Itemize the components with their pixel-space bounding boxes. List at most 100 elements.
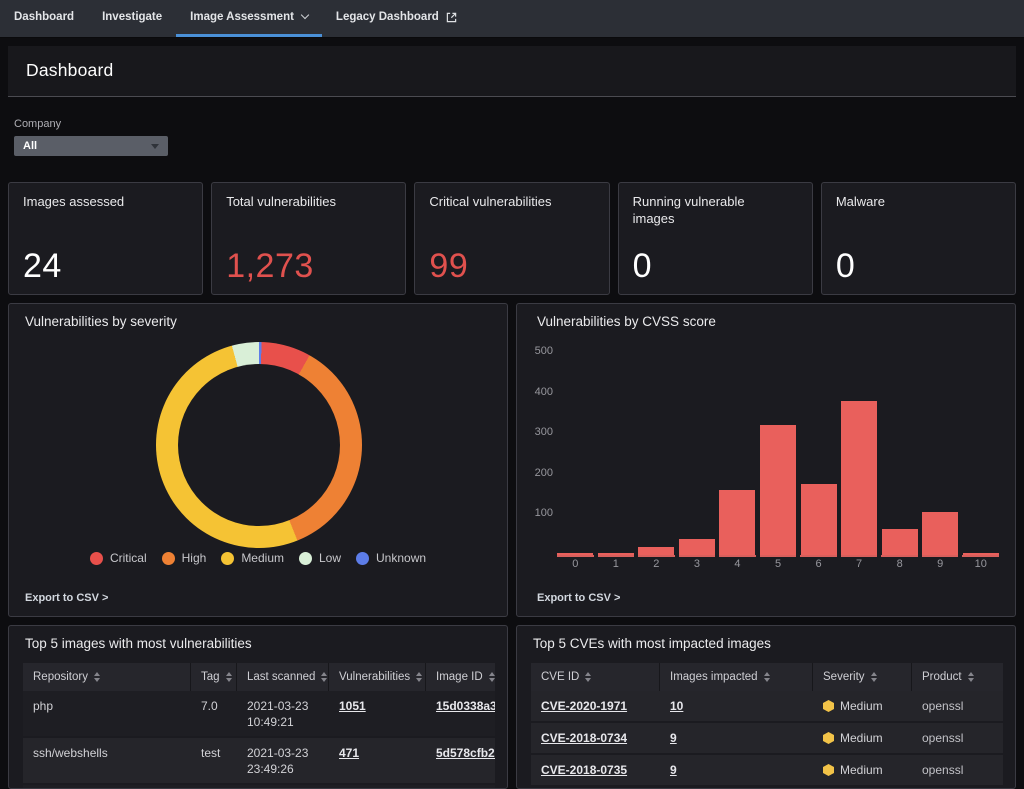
x-axis: 012345678910 [555,558,1001,570]
x-axis-label: 7 [839,558,880,570]
x-axis-label: 4 [717,558,758,570]
bar-cvss-1 [598,553,634,555]
column-header-label: Last scanned [247,671,315,683]
vulnerability-count-link[interactable]: 471 [339,746,359,760]
donut-legend: Critical High Medium Low Unknown [9,551,507,565]
nav-item-label: Legacy Dashboard [336,11,439,23]
legend-label: Unknown [376,551,426,565]
column-header-vulnerabilities[interactable]: Vulnerabilities [329,663,426,691]
y-axis-tick: 200 [525,467,553,479]
legend-label: Medium [241,551,284,565]
bar-cvss-10 [963,553,999,555]
images-impacted-cell: 9 [660,763,813,777]
legend-item-low: Low [299,551,341,565]
bar-slot [920,352,961,555]
legend-item-unknown: Unknown [356,551,426,565]
stats-row: Images assessed24 Total vulnerabilities 1,… [8,182,1016,295]
stat-value: 24 [23,247,62,286]
bar-cvss-8 [882,529,918,555]
page-title: Dashboard [26,60,113,81]
repository-cell: php [23,691,191,736]
table-row: CVE-2018-0734 9 Mediumopenssl [531,723,1003,753]
chevron-down-icon [301,11,309,19]
caret-down-icon [151,144,159,149]
y-axis-tick: 100 [525,507,553,519]
column-header-label: Product [922,671,962,683]
cvss-chart-panel: Vulnerabilities by CVSS score 5004003002… [516,303,1016,617]
cve-id-cell: CVE-2018-0734 [531,731,660,745]
legend-label: Critical [110,551,147,565]
company-select-value: All [23,140,151,152]
stat-label: Total vulnerabilities [226,194,376,211]
table-title: Top 5 CVEs with most impacted images [533,636,771,651]
column-header-label: Severity [823,671,865,683]
column-header-tag[interactable]: Tag [191,663,237,691]
nav-item-legacy-dashboard[interactable]: Legacy Dashboard [322,0,471,37]
stat-card-critical-vulnerabilities: Critical vulnerabilities99 [414,182,609,295]
legend-dot-icon [356,552,369,565]
cve-id-cell: CVE-2018-0735 [531,763,660,777]
cve-link[interactable]: CVE-2018-0734 [541,731,627,745]
x-axis-label: 5 [758,558,799,570]
company-select[interactable]: All [14,136,168,156]
column-header-label: Vulnerabilities [339,671,410,683]
export-csv-link[interactable]: Export to CSV > [537,592,620,604]
nav-item-investigate[interactable]: Investigate [88,0,176,37]
legend-dot-icon [90,552,103,565]
bar-cvss-5 [760,425,796,555]
export-csv-link[interactable]: Export to CSV > [25,592,108,604]
severity-label: Medium [840,699,883,713]
nav-item-label: Investigate [102,11,162,23]
chart-title: Vulnerabilities by severity [25,314,177,329]
images-impacted-link[interactable]: 9 [670,731,677,745]
column-header-product[interactable]: Product [912,663,1003,691]
stat-value: 0 [633,247,652,286]
bar-cvss-0 [557,553,593,555]
cve-id-cell: CVE-2020-1971 [531,699,660,713]
company-filter-label: Company [14,118,61,130]
legend-item-critical: Critical [90,551,147,565]
image-id-link[interactable]: 5d578cfb219 [436,746,495,760]
sort-icon [321,672,328,682]
images-impacted-link[interactable]: 10 [670,699,683,713]
stat-value: 1,273 [226,247,314,286]
severity-cell: Medium [813,731,912,745]
cve-link[interactable]: CVE-2018-0735 [541,763,627,777]
stat-card-images-assessed: Images assessed24 [8,182,203,295]
vulnerability-count-link[interactable]: 1051 [339,699,366,713]
stat-value: 0 [836,247,855,286]
images-impacted-link[interactable]: 9 [670,763,677,777]
legend-dot-icon [162,552,175,565]
column-header-repository[interactable]: Repository [23,663,191,691]
product-cell: openssl [912,731,1003,745]
legend-item-high: High [162,551,207,565]
column-header-cve-id[interactable]: CVE ID [531,663,660,691]
table-row: CVE-2020-197110Mediumopenssl [531,691,1003,721]
cves-table-panel: Top 5 CVEs with most impacted images CVE… [516,625,1016,789]
column-header-image-id[interactable]: Image ID [426,663,495,691]
x-axis-label: 6 [798,558,839,570]
legend-dot-icon [221,552,234,565]
column-header-label: Images impacted [670,671,758,683]
nav-item-image-assessment[interactable]: Image Assessment [176,0,322,37]
bar-slot [677,352,718,555]
severity-hexagon-icon [823,764,834,776]
column-header-severity[interactable]: Severity [813,663,912,691]
column-header-images-impacted[interactable]: Images impacted [660,663,813,691]
stat-card-malware: Malware0 [821,182,1016,295]
column-header-last-scanned[interactable]: Last scanned [237,663,329,691]
x-axis-label: 8 [879,558,920,570]
bar-slot [798,352,839,555]
stat-value: 99 [429,247,468,286]
images-impacted-cell: 10 [660,699,813,713]
nav-item-dashboard[interactable]: Dashboard [0,0,88,37]
image-id-link[interactable]: 15d0338a3b [436,699,495,713]
bar-plot [555,352,1001,555]
sort-icon [871,672,878,682]
chart-title: Vulnerabilities by CVSS score [537,314,716,329]
bar-cvss-3 [679,539,715,555]
cve-link[interactable]: CVE-2020-1971 [541,699,627,713]
severity-label: Medium [840,763,883,777]
table-row-partial [23,785,495,789]
sort-icon [968,672,975,682]
